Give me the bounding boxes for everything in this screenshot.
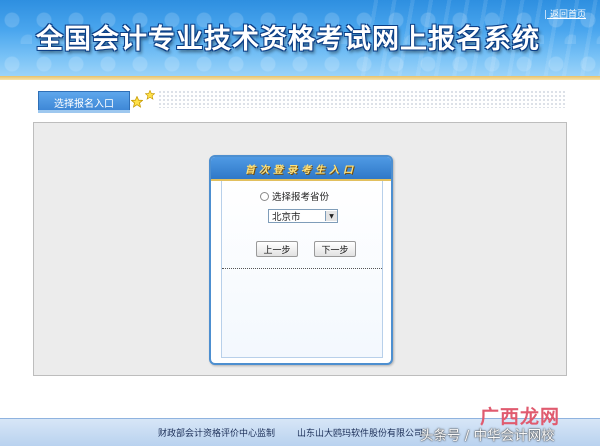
first-login-box: 首次登录考生入口 选择报考省份 北京市 ▼ 上一步 下一步 xyxy=(209,155,393,365)
province-radio-option[interactable]: 选择报考省份 xyxy=(260,189,329,203)
system-title: 全国会计专业技术资格考试网上报名系统 xyxy=(36,24,540,55)
watermark: 广西龙网 头条号 / 中华会计网校 xyxy=(420,402,598,444)
header-banner: 全国会计专业技术资格考试网上报名系统 返回首页 xyxy=(0,0,600,76)
radio-button[interactable] xyxy=(260,191,269,201)
footer-supervisor: 财政部会计资格评价中心监制 xyxy=(158,429,276,439)
dotted-decoration xyxy=(158,90,566,108)
tab-shadow xyxy=(38,110,130,113)
login-box-body: 选择报考省份 北京市 ▼ 上一步 下一步 xyxy=(221,181,383,358)
footer-developer: 山东山大鸥玛软件股份有限公司 xyxy=(297,429,424,439)
star-icon xyxy=(145,90,155,100)
login-box-title: 首次登录考生入口 xyxy=(245,164,357,176)
province-select[interactable]: 北京市 ▼ xyxy=(268,209,338,223)
return-home-link[interactable]: 返回首页 xyxy=(544,7,586,20)
province-radio-label: 选择报考省份 xyxy=(272,192,330,203)
dropdown-arrow-icon[interactable]: ▼ xyxy=(325,211,337,221)
dotted-divider xyxy=(222,268,382,269)
banner-divider xyxy=(0,76,600,80)
watermark-caption: 头条号 / 中华会计网校 xyxy=(420,428,555,444)
prev-step-button[interactable]: 上一步 xyxy=(256,241,298,257)
province-select-value: 北京市 xyxy=(272,212,301,223)
login-box-header: 首次登录考生入口 xyxy=(211,157,391,181)
next-step-button[interactable]: 下一步 xyxy=(314,241,356,257)
star-icon xyxy=(131,96,143,108)
